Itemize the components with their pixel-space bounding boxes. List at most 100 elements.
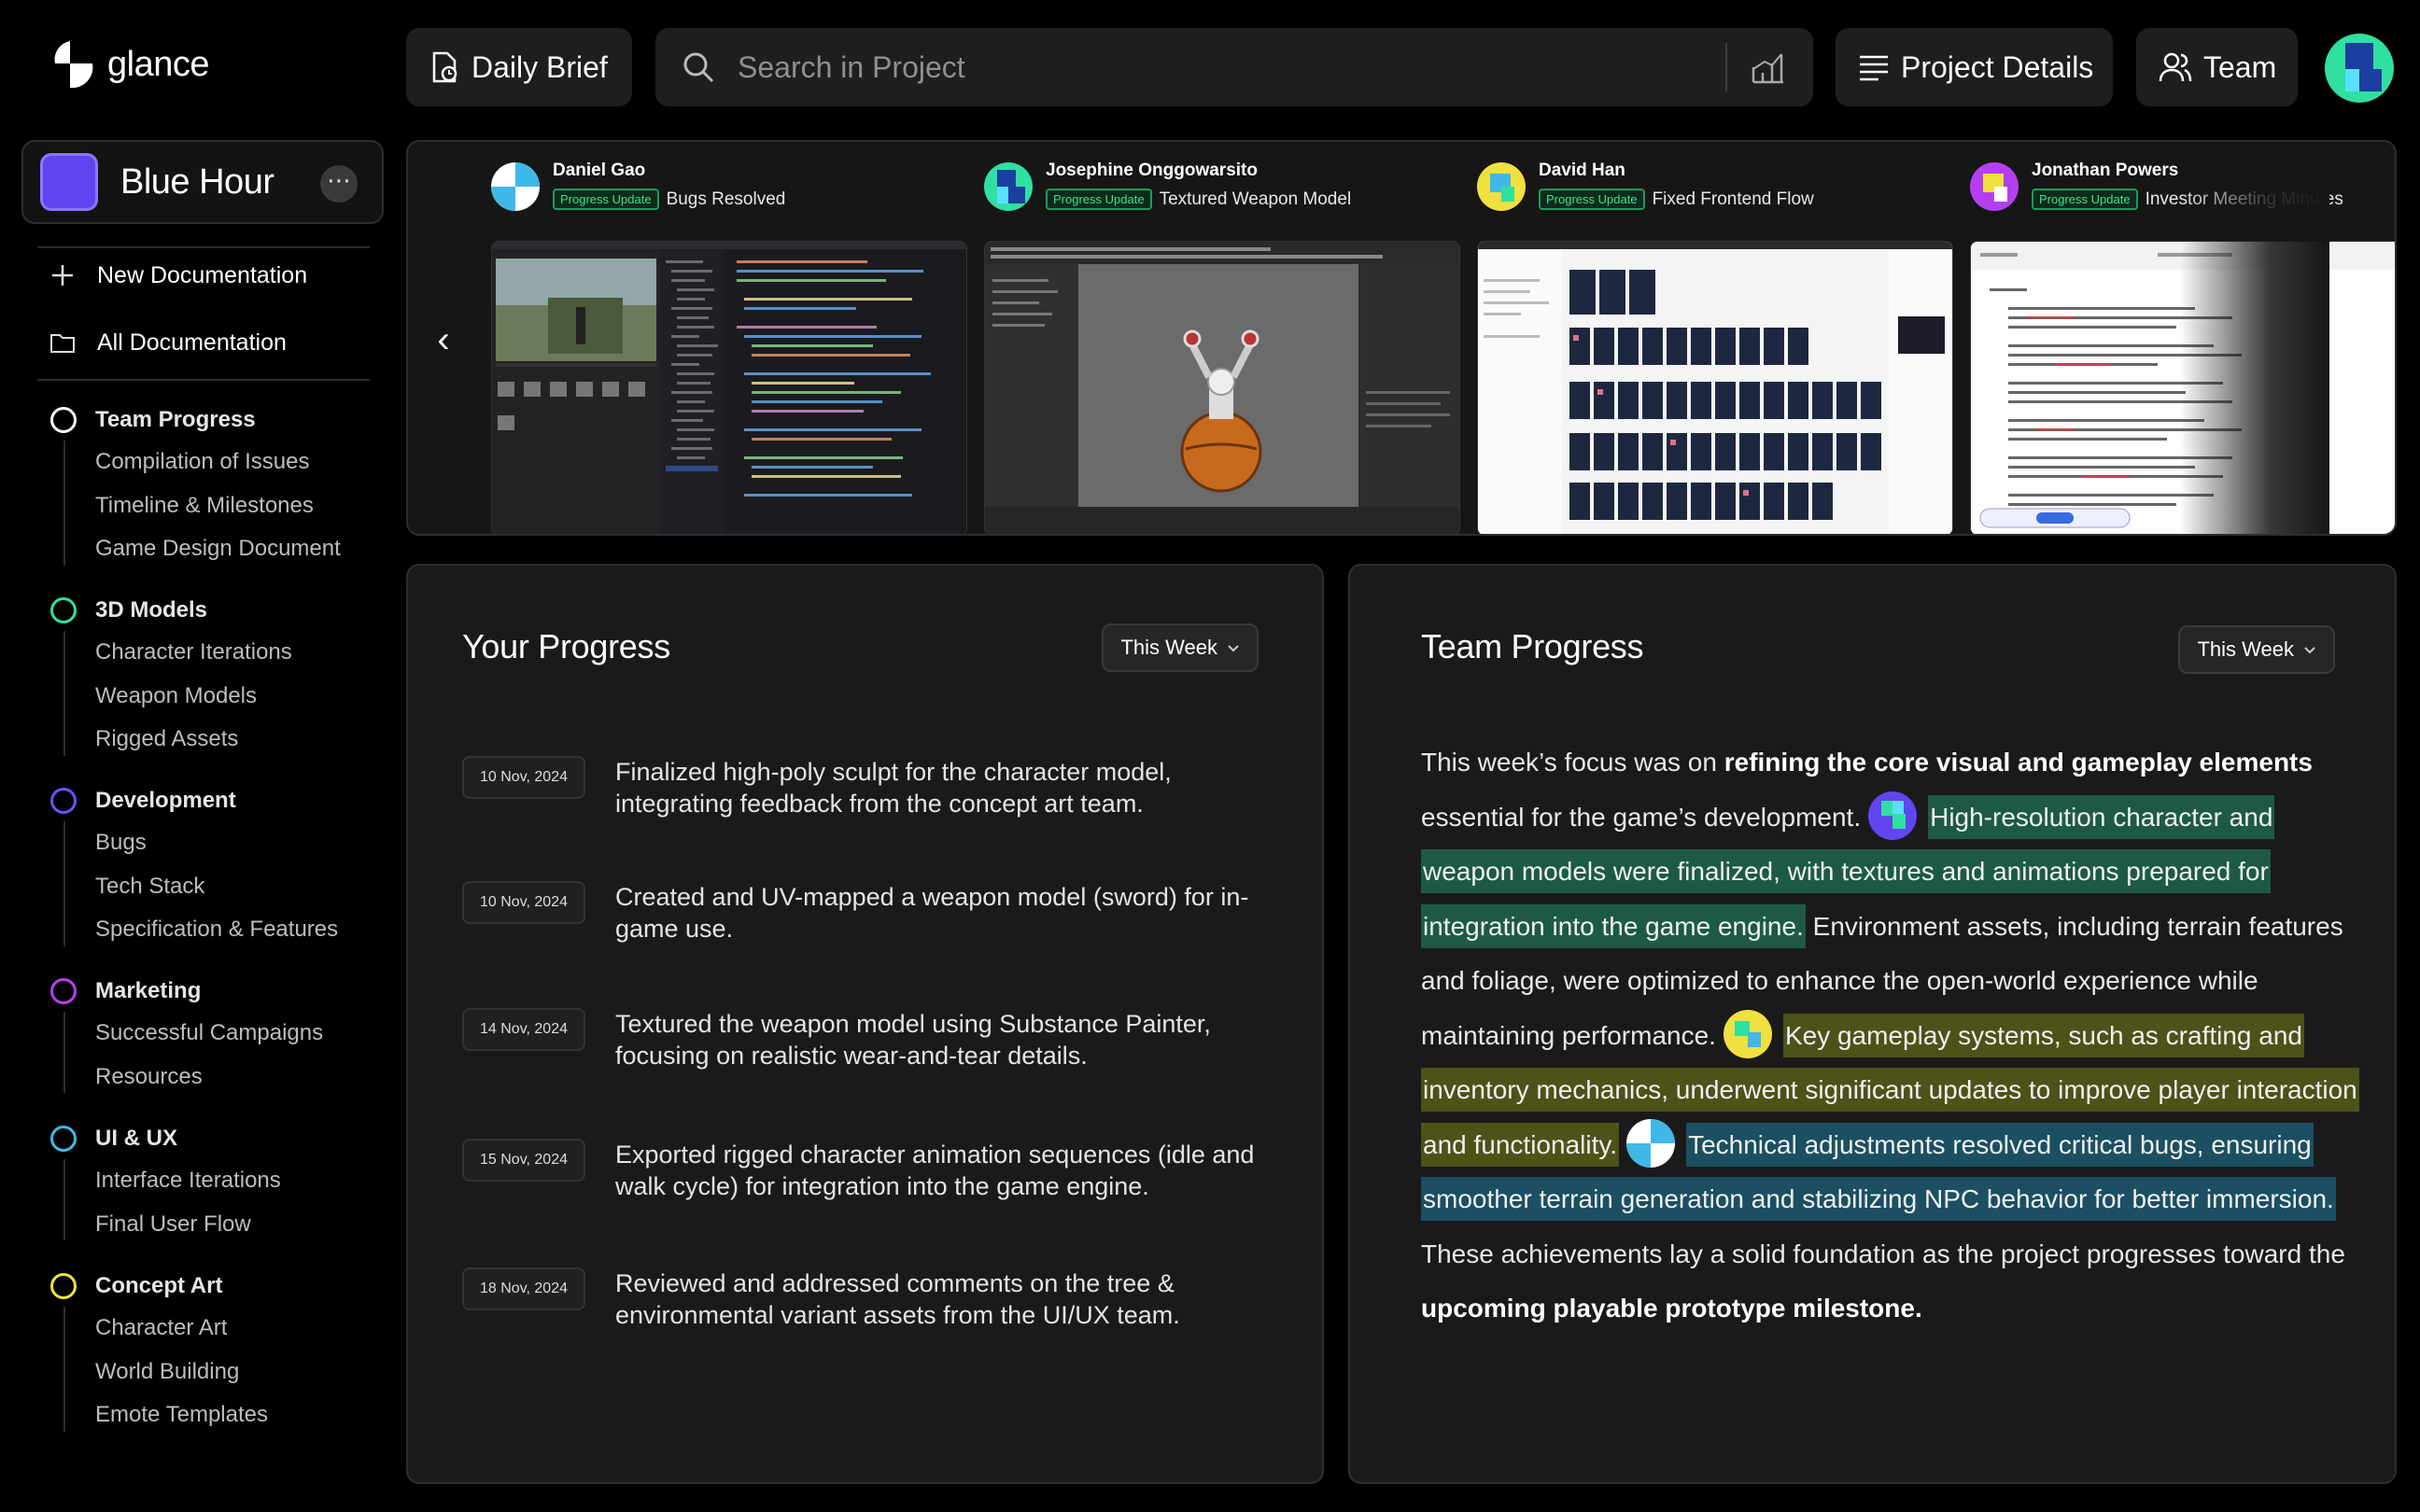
update-title: Textured Weapon Model [1159, 189, 1352, 209]
summary-text: These achievements lay a solid foundatio… [1421, 1239, 2345, 1268]
avatar [984, 162, 1033, 211]
new-documentation-label: New Documentation [97, 261, 308, 288]
update-title: Fixed Frontend Flow [1652, 189, 1814, 209]
section-ring-icon [50, 788, 77, 814]
status-badge: Progress Update [1539, 189, 1645, 210]
your-progress-title: Your Progress [462, 627, 670, 665]
summary-text: essential for the game’s development. [1421, 802, 1862, 832]
sidebar-item[interactable]: Interface Iterations [95, 1159, 281, 1203]
sidebar-section: Concept Art Character Art World Building Em… [50, 1266, 268, 1437]
progress-entry[interactable]: 14 Nov, 2024 Textured the weapon model us… [462, 1008, 1259, 1071]
sidebar-section-items: Interface Iterations Final User Flow [63, 1159, 281, 1246]
project-details-button[interactable]: Project Details [1836, 28, 2113, 106]
new-documentation-button[interactable]: New Documentation [49, 261, 307, 289]
sidebar-item[interactable]: Weapon Models [95, 675, 292, 719]
carousel-prev-icon[interactable]: ‹ [425, 319, 462, 360]
team-button[interactable]: Team [2136, 28, 2298, 106]
entry-text: Textured the weapon model using Substanc… [615, 1010, 1211, 1070]
sidebar-item[interactable]: Final User Flow [95, 1203, 281, 1247]
sidebar-section-items: Character Iterations Weapon Models Rigged … [63, 631, 292, 762]
search-bar[interactable]: Search in Project [655, 28, 1813, 106]
progress-entry[interactable]: 10 Nov, 2024 Finalized high-poly sculpt f… [462, 756, 1259, 819]
folder-icon [49, 329, 77, 357]
team-label: Team [2203, 49, 2277, 84]
sidebar-item[interactable]: Successful Campaigns [95, 1012, 323, 1056]
app-name: glance [107, 44, 209, 84]
update-author: Daniel Gao [553, 161, 646, 180]
sidebar-section-title: Team Progress [95, 407, 256, 432]
sidebar-section-header[interactable]: Marketing [50, 971, 323, 1012]
team-summary: This week’s focus was on refining the co… [1421, 735, 2364, 1337]
avatar [1970, 162, 2019, 211]
sidebar-divider [37, 246, 370, 248]
project-switcher[interactable]: Blue Hour ⋯ [21, 140, 384, 224]
chart-icon[interactable] [1750, 49, 1787, 93]
updates-carousel: ‹ › Daniel Gao Progress Update Bugs Reso… [406, 140, 2397, 536]
update-card[interactable]: David Han Progress Update Fixed Frontend… [1477, 159, 1953, 534]
update-title: Bugs Resolved [666, 189, 786, 209]
sidebar-item[interactable]: Compilation of Issues [95, 441, 341, 484]
update-author: David Han [1539, 161, 1625, 180]
time-filter-dropdown[interactable]: This Week [2178, 625, 2335, 674]
app-logo[interactable]: glance [51, 37, 209, 91]
sidebar-section: Development Bugs Tech Stack Specification &… [50, 780, 338, 952]
user-avatar[interactable] [2325, 34, 2394, 103]
entry-text: Reviewed and addressed comments on the t… [615, 1269, 1180, 1329]
update-author: Jonathan Powers [2032, 161, 2179, 180]
status-badge: Progress Update [553, 189, 659, 210]
avatar [1626, 1119, 1676, 1169]
sidebar-section-header[interactable]: Concept Art [50, 1266, 268, 1307]
sidebar-section: 3D Models Character Iterations Weapon Mode… [50, 590, 292, 762]
daily-brief-button[interactable]: Daily Brief [406, 28, 632, 106]
team-progress-panel: Team Progress This Week This week’s focu… [1348, 564, 2397, 1484]
sidebar-item[interactable]: Character Art [95, 1307, 268, 1351]
more-options-icon[interactable]: ⋯ [320, 165, 358, 203]
search-input[interactable]: Search in Project [738, 50, 965, 85]
project-name: Blue Hour [120, 161, 274, 202]
sidebar-section-header[interactable]: UI & UX [50, 1118, 281, 1159]
search-icon [682, 50, 715, 84]
entry-date: 15 Nov, 2024 [462, 1139, 585, 1182]
progress-entry[interactable]: 15 Nov, 2024 Exported rigged character an… [462, 1139, 1259, 1202]
time-filter-dropdown[interactable]: This Week [1102, 623, 1259, 672]
entry-date: 10 Nov, 2024 [462, 756, 585, 799]
avatar [491, 162, 540, 211]
list-icon [1858, 53, 1890, 81]
progress-entry[interactable]: 18 Nov, 2024 Reviewed and addressed comme… [462, 1267, 1259, 1331]
sidebar-item[interactable]: Timeline & Milestones [95, 484, 341, 528]
chevron-down-icon [1228, 645, 1239, 652]
section-ring-icon [50, 597, 77, 623]
sidebar-section-title: Marketing [95, 978, 202, 1003]
update-card[interactable]: Josephine Onggowarsito Progress Update T… [984, 159, 1460, 534]
sidebar-section-header[interactable]: 3D Models [50, 590, 292, 631]
update-card[interactable]: Jonathan Powers Progress Update Investor… [1970, 159, 2395, 534]
sidebar-item[interactable]: Game Design Document [95, 527, 341, 571]
sidebar-item[interactable]: World Building [95, 1351, 268, 1394]
sidebar-item[interactable]: Resources [95, 1056, 323, 1099]
avatar [1868, 791, 1918, 841]
sidebar-section-header[interactable]: Team Progress [50, 399, 341, 441]
summary-emphasis: refining the core visual and gameplay el… [1724, 748, 2313, 777]
update-screenshot-meeting-minutes [1970, 241, 2395, 534]
sidebar-item[interactable]: Emote Templates [95, 1393, 268, 1437]
entry-text: Created and UV-mapped a weapon model (sw… [615, 883, 1249, 943]
sidebar-item[interactable]: Specification & Features [95, 908, 338, 952]
team-progress-title: Team Progress [1421, 627, 1644, 665]
sidebar-section: UI & UX Interface Iterations Final User Fl… [50, 1118, 281, 1246]
all-documentation-link[interactable]: All Documentation [49, 329, 287, 357]
entry-text: Exported rigged character animation sequ… [615, 1141, 1255, 1200]
sidebar-item[interactable]: Rigged Assets [95, 718, 292, 762]
sidebar-section-items: Successful Campaigns Resources [63, 1012, 323, 1099]
section-ring-icon [50, 978, 77, 1004]
sidebar-item[interactable]: Bugs [95, 821, 338, 865]
status-badge: Progress Update [2032, 189, 2138, 210]
progress-entry[interactable]: 10 Nov, 2024 Created and UV-mapped a weap… [462, 881, 1259, 945]
sidebar-section: Team Progress Compilation of Issues Timeli… [50, 399, 341, 571]
daily-brief-label: Daily Brief [471, 49, 608, 84]
update-card[interactable]: Daniel Gao Progress Update Bugs Resolved [491, 159, 967, 534]
sidebar-item[interactable]: Tech Stack [95, 865, 338, 909]
sidebar-section-header[interactable]: Development [50, 780, 338, 821]
sidebar-item[interactable]: Character Iterations [95, 631, 292, 675]
entry-text: Finalized high-poly sculpt for the chara… [615, 758, 1172, 818]
sidebar-section: Marketing Successful Campaigns Resources [50, 971, 323, 1099]
